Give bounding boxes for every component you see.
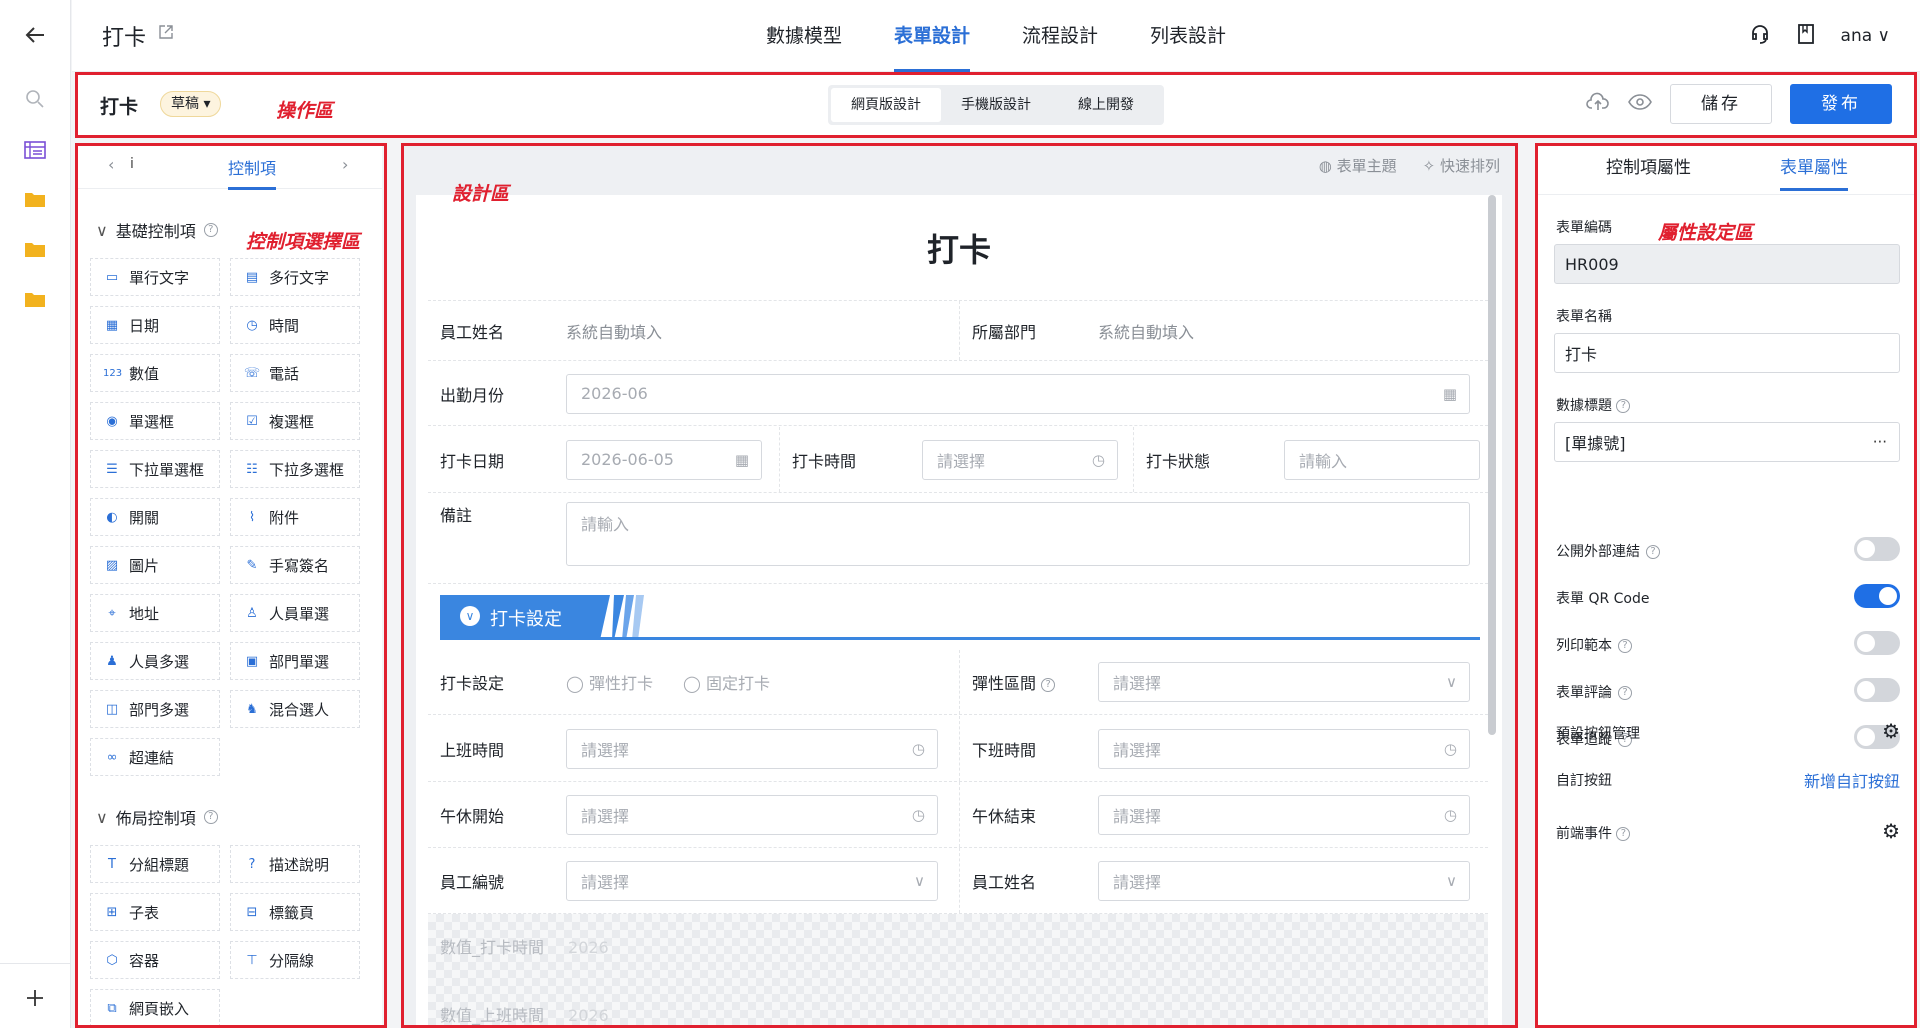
top-bar: 打卡 數據模型 表單設計 流程設計 列表設計 ana ∨ [72,0,1920,72]
tab-form-design[interactable]: 表單設計 [868,0,996,72]
tab-data-model[interactable]: 數據模型 [740,0,868,72]
tab-flow-design[interactable]: 流程設計 [996,0,1124,72]
chevron-down-icon: ∨ [1877,26,1890,46]
folder-icon[interactable] [22,236,48,262]
form-list-icon[interactable] [22,137,48,163]
user-menu[interactable]: ana ∨ [1841,26,1890,46]
folder-icon[interactable] [22,186,48,212]
left-rail [0,0,71,1028]
zone-frame-properties [1535,143,1917,1028]
search-icon[interactable] [22,86,48,112]
document-icon[interactable] [1797,23,1815,49]
user-name: ana [1840,26,1873,46]
tab-list-design[interactable]: 列表設計 [1124,0,1252,72]
add-icon[interactable] [22,985,48,1011]
support-headset-icon[interactable] [1749,23,1771,49]
back-arrow-icon[interactable] [22,22,48,48]
zone-frame-design [401,143,1518,1028]
folder-icon[interactable] [22,286,48,312]
main-tabs: 數據模型 表單設計 流程設計 列表設計 [72,0,1920,72]
zone-frame-operation [75,72,1917,138]
zone-frame-controls [75,143,387,1028]
